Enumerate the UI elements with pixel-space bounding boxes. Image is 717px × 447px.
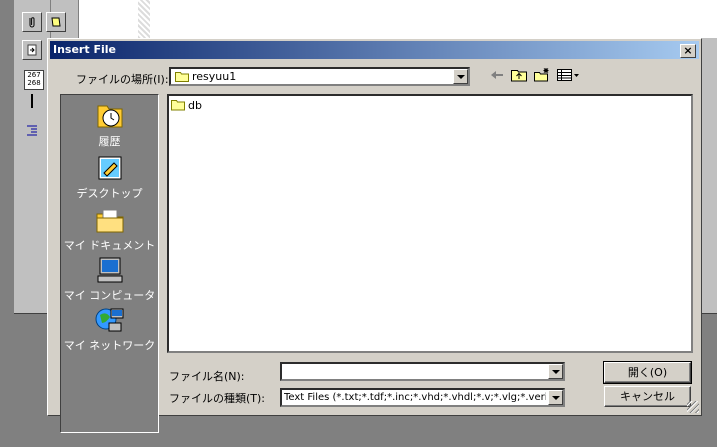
place-label: デスクトップ — [76, 187, 143, 200]
folder-icon — [171, 100, 185, 111]
my-documents-icon — [96, 209, 123, 233]
background-editor — [78, 0, 717, 38]
back-icon[interactable] — [488, 66, 506, 84]
my-computer-icon — [97, 257, 122, 283]
dialog-titlebar: Insert File × — [50, 41, 699, 59]
file-name: db — [188, 99, 202, 112]
look-in-value: resyuu1 — [192, 70, 237, 83]
folder-icon — [175, 72, 189, 82]
file-type-label: ファイルの種類(T): — [169, 392, 266, 405]
insert-file-button[interactable] — [22, 40, 42, 60]
open-button[interactable]: 開く(O) — [603, 361, 692, 384]
place-my-documents[interactable]: マイ ドキュメント — [61, 205, 158, 253]
place-my-computer[interactable]: マイ コンピュータ — [61, 255, 158, 303]
my-network-icon — [95, 308, 123, 332]
look-in-dropdown-button[interactable] — [453, 69, 468, 84]
place-desktop[interactable]: デスクトップ — [61, 153, 158, 201]
place-label: 履歴 — [98, 135, 121, 148]
view-menu-icon[interactable] — [556, 66, 582, 84]
indent-icon — [27, 125, 37, 136]
look-in-combobox[interactable]: resyuu1 — [169, 67, 470, 86]
note-button[interactable] — [46, 12, 66, 32]
desktop-icon — [98, 156, 121, 180]
cancel-button[interactable]: キャンセル — [604, 386, 691, 407]
place-my-network[interactable]: マイ ネットワーク — [61, 305, 158, 353]
history-icon — [97, 105, 122, 128]
resize-grip[interactable] — [687, 401, 699, 413]
place-history[interactable]: 履歴 — [61, 101, 158, 149]
file-name-combobox[interactable] — [280, 362, 565, 381]
place-label: マイ ネットワーク — [63, 339, 156, 352]
file-type-value: Text Files (*.txt;*.tdf;*.inc;*.vhd;*.vh… — [284, 392, 546, 403]
places-bar: 履歴 デスクトップ マイ ドキュメント マイ コンピュータ マイ ネットワーク — [60, 94, 159, 433]
up-folder-icon[interactable] — [510, 66, 528, 84]
look-in-label: ファイルの場所(I): — [76, 73, 169, 86]
document-arrow-icon — [27, 44, 37, 56]
toolbar-separator — [31, 94, 33, 108]
file-list[interactable]: db — [167, 94, 693, 353]
file-name-label: ファイル名(N): — [169, 370, 245, 383]
insert-file-dialog: Insert File × ファイルの場所(I): resyuu1 履歴 デスク… — [47, 38, 702, 433]
file-name-dropdown-button[interactable] — [548, 364, 563, 379]
place-label: マイ ドキュメント — [63, 239, 156, 252]
close-icon: × — [683, 44, 693, 57]
line-numbers-button[interactable]: 267 268 — [24, 70, 44, 90]
note-icon — [51, 17, 61, 27]
background-pattern — [138, 0, 150, 38]
background-toolbar: 267 268 — [16, 0, 66, 313]
new-folder-icon[interactable] — [533, 66, 551, 84]
close-button[interactable]: × — [680, 44, 696, 58]
indent-button[interactable] — [22, 120, 42, 140]
dialog-title: Insert File — [53, 43, 116, 56]
place-label: マイ コンピュータ — [63, 289, 156, 302]
paperclip-icon — [29, 17, 35, 28]
attach-button[interactable] — [22, 12, 42, 32]
file-type-dropdown-button[interactable] — [548, 390, 563, 405]
file-type-combobox[interactable]: Text Files (*.txt;*.tdf;*.inc;*.vhd;*.vh… — [280, 388, 565, 407]
